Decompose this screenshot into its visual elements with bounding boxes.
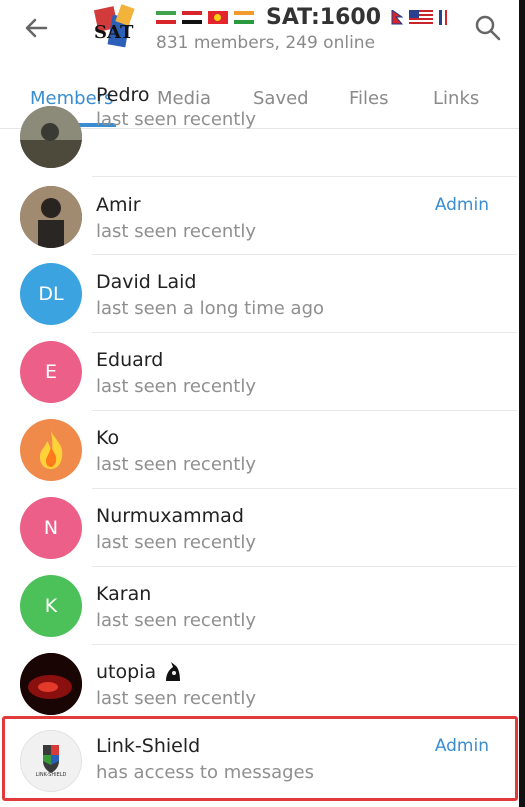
admin-badge: Admin — [434, 195, 489, 215]
member-name: Pedro — [96, 84, 150, 106]
member-name: Amir — [96, 194, 141, 216]
group-logo[interactable]: SAT — [88, 2, 144, 58]
fire-icon — [40, 431, 63, 469]
avatar: N — [20, 497, 82, 559]
member-status: last seen recently — [96, 532, 257, 553]
member-count: 831 members, 249 online — [156, 33, 376, 53]
witch-emoji-icon — [166, 662, 180, 681]
search-icon[interactable] — [474, 14, 502, 42]
avatar — [20, 186, 82, 248]
member-row[interactable]: Pedro last seen recently — [0, 84, 525, 176]
avatar — [20, 419, 82, 481]
avatar: K — [20, 575, 82, 637]
member-name: Eduard — [96, 349, 164, 371]
member-row[interactable]: Ko last seen recently — [0, 411, 525, 488]
screen-edge — [519, 0, 525, 807]
member-status: last seen recently — [96, 610, 257, 631]
member-row[interactable]: N Nurmuxammad last seen recently — [0, 489, 525, 566]
flag-france-icon — [439, 9, 447, 25]
member-name: Ko — [96, 427, 120, 449]
avatar: DL — [20, 263, 82, 325]
flag-iran-icon — [156, 10, 176, 24]
member-status: last seen recently — [96, 221, 257, 242]
flag-usa-icon — [409, 9, 433, 25]
member-row[interactable]: DL David Laid last seen a long time ago — [0, 255, 525, 332]
avatar: E — [20, 341, 82, 403]
flag-kyrgyzstan-icon — [208, 10, 228, 24]
member-status: last seen recently — [96, 109, 257, 130]
svg-text:SAT: SAT — [94, 22, 134, 43]
flag-india-icon — [234, 10, 254, 24]
highlight-annotation — [2, 716, 518, 801]
member-status: last seen recently — [96, 688, 257, 709]
member-status: last seen recently — [96, 376, 257, 397]
member-name: Nurmuxammad — [96, 505, 244, 527]
member-name: Karan — [96, 583, 152, 605]
arrow-left-icon[interactable] — [20, 12, 52, 44]
avatar — [20, 106, 82, 168]
avatar — [20, 653, 82, 715]
member-row[interactable]: K Karan last seen recently — [0, 567, 525, 644]
group-title: SAT:1600 — [266, 4, 381, 30]
member-name: utopia — [96, 661, 157, 683]
member-name: David Laid — [96, 271, 197, 293]
member-row[interactable]: utopia last seen recently — [0, 645, 525, 722]
flag-nepal-icon — [391, 9, 403, 25]
member-status: last seen recently — [96, 454, 257, 475]
member-row[interactable]: Amir last seen recently Admin — [0, 177, 525, 254]
flag-egypt-icon — [182, 10, 202, 24]
member-row[interactable]: E Eduard last seen recently — [0, 333, 525, 410]
member-status: last seen a long time ago — [96, 298, 325, 319]
